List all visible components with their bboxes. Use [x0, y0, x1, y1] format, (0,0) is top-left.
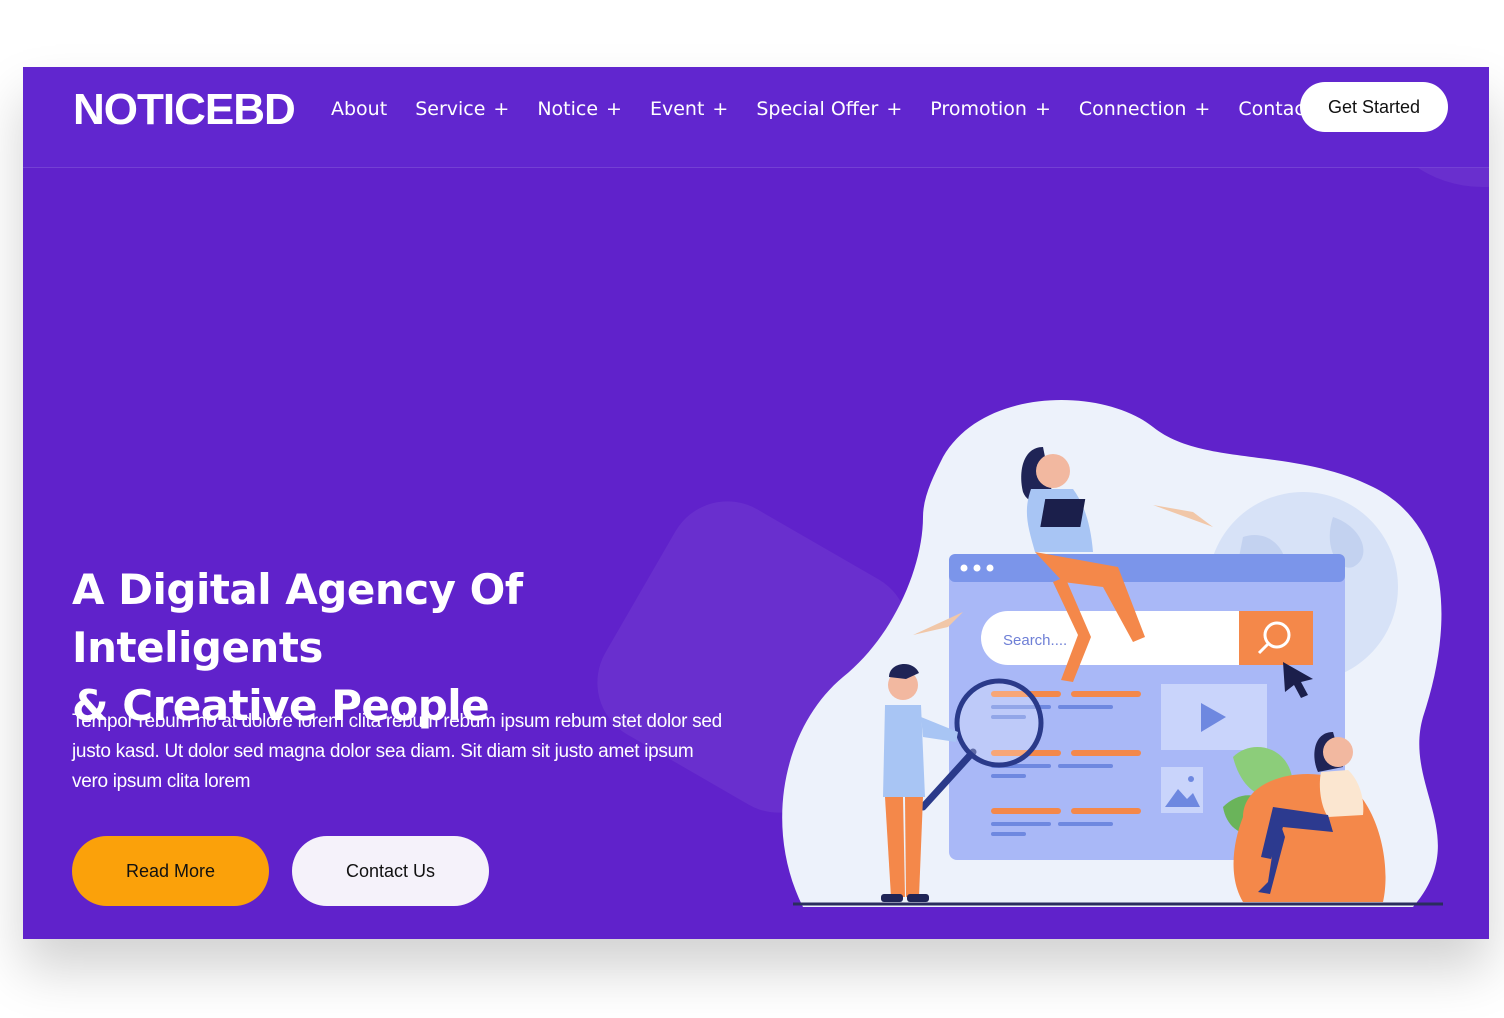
hero-title-line: A Digital Agency Of Inteligents	[72, 565, 523, 672]
nav-item-about[interactable]: About	[331, 95, 387, 123]
nav-item-label: Event	[649, 98, 705, 120]
brand-logo[interactable]: NOTICEBD	[73, 86, 296, 134]
plus-icon: +	[1194, 98, 1211, 120]
nav-item-promotion[interactable]: Promotion +	[930, 95, 1051, 123]
contact-us-button[interactable]: Contact Us	[292, 836, 489, 906]
nav-menu: About Service + Notice + Event + Special Of…	[331, 95, 1340, 123]
nav-item-event[interactable]: Event +	[650, 95, 728, 123]
hero-illustration: Search....	[782, 399, 1443, 907]
plus-icon: +	[1034, 98, 1051, 120]
read-more-button[interactable]: Read More	[72, 836, 269, 906]
nav-item-connection[interactable]: Connection +	[1079, 95, 1210, 123]
hero-section: NOTICEBD About Service + Notice + Event + S…	[23, 67, 1489, 939]
plus-icon: +	[493, 98, 510, 120]
search-placeholder: Search....	[1003, 632, 1067, 649]
nav-item-label: Service	[415, 98, 486, 120]
plus-icon: +	[606, 98, 622, 120]
plus-icon: +	[712, 98, 729, 120]
navbar: NOTICEBD About Service + Notice + Event + S…	[23, 67, 1489, 168]
nav-item-label: Special Offer	[756, 98, 879, 120]
nav-item-special-offer[interactable]: Special Offer +	[756, 95, 902, 123]
nav-item-label: Notice	[537, 98, 599, 120]
hero-description: Tempor rebum no at dolore lorem clita re…	[72, 711, 722, 792]
get-started-button[interactable]: Get Started	[1300, 82, 1448, 132]
nav-item-label: Promotion	[930, 98, 1027, 120]
plus-icon: +	[886, 98, 903, 120]
nav-item-label: Connection	[1078, 98, 1187, 120]
nav-item-label: About	[331, 98, 388, 120]
nav-item-notice[interactable]: Notice +	[537, 95, 622, 123]
nav-item-service[interactable]: Service +	[415, 95, 509, 123]
